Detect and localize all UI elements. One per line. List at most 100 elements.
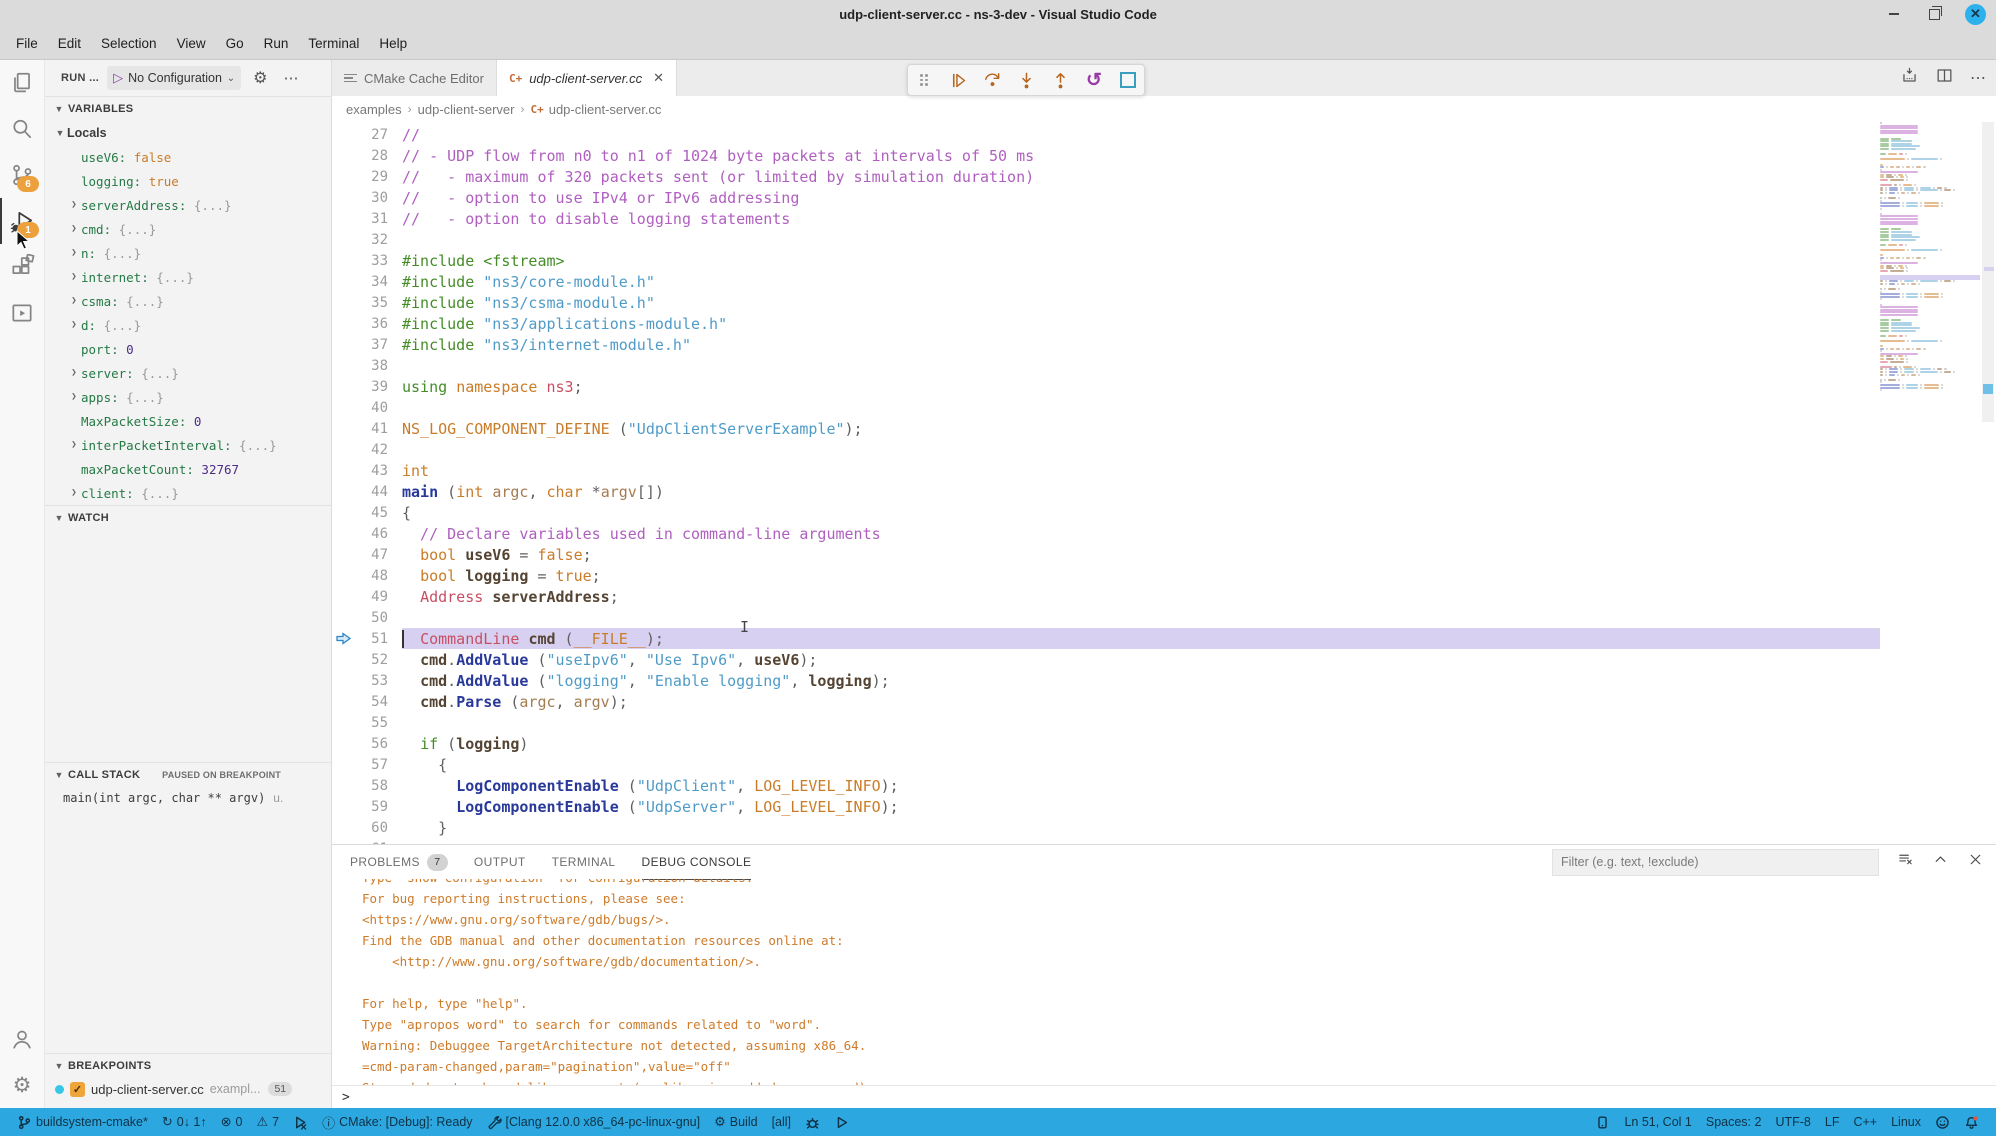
breadcrumb-examples[interactable]: examples: [346, 102, 402, 117]
breadcrumb-udp-client-server[interactable]: udp-client-server: [418, 102, 515, 117]
variables-header[interactable]: ▼ VARIABLES: [45, 97, 331, 121]
step-over-icon[interactable]: [982, 69, 1002, 91]
code-line-34[interactable]: 34#include "ns3/core-module.h": [332, 271, 1996, 292]
status-buildsystem-cmake[interactable]: buildsystem-cmake*: [10, 1108, 155, 1136]
status-ln-51-col-1[interactable]: Ln 51, Col 1: [1617, 1108, 1698, 1136]
status-play-outline-icon[interactable]: [827, 1108, 856, 1136]
code-line-56[interactable]: 56 if (logging): [332, 733, 1996, 754]
status-build[interactable]: ⚙Build: [707, 1108, 764, 1136]
activity-search-icon[interactable]: [0, 106, 44, 152]
activity-source-control-icon[interactable]: 6: [0, 152, 44, 198]
debug-config-dropdown[interactable]: ▷ No Configurations ⌄: [107, 66, 241, 90]
tab-udp-client-server-cc[interactable]: C+udp-client-server.cc✕: [497, 60, 677, 96]
activity-extensions-icon[interactable]: [0, 244, 44, 290]
menu-selection[interactable]: Selection: [91, 32, 167, 55]
status-linux[interactable]: Linux: [1884, 1108, 1928, 1136]
variable-maxPacketCount[interactable]: maxPacketCount: 32767: [45, 457, 331, 481]
code-line-28[interactable]: 28// - UDP flow from n0 to n1 of 1024 by…: [332, 145, 1996, 166]
split-editor-icon[interactable]: [1935, 66, 1954, 90]
code-line-53[interactable]: 53 cmd.AddValue ("logging", "Enable logg…: [332, 670, 1996, 691]
code-line-59[interactable]: 59 LogComponentEnable ("UdpServer", LOG_…: [332, 796, 1996, 817]
watch-header[interactable]: ▼ WATCH: [45, 506, 331, 530]
status-0[interactable]: ⊗0: [214, 1108, 250, 1136]
stop-icon[interactable]: [1118, 69, 1138, 91]
breakpoints-header[interactable]: ▼ BREAKPOINTS: [45, 1054, 331, 1078]
code-line-52[interactable]: 52 cmd.AddValue ("useIpv6", "Use Ipv6", …: [332, 649, 1996, 670]
variable-interPacketInterval[interactable]: ❯interPacketInterval: {...}: [45, 433, 331, 457]
status-bell-icon[interactable]: [1957, 1108, 1986, 1136]
variable-d[interactable]: ❯d: {...}: [45, 313, 331, 337]
code-line-36[interactable]: 36#include "ns3/applications-module.h": [332, 313, 1996, 334]
status-all[interactable]: [all]: [765, 1108, 798, 1136]
code-line-58[interactable]: 58 LogComponentEnable ("UdpClient", LOG_…: [332, 775, 1996, 796]
panel-tab-debug-console[interactable]: DEBUG CONSOLE: [642, 845, 752, 880]
status-cmake-debug-ready[interactable]: ⓘCMake: [Debug]: Ready: [315, 1108, 479, 1136]
code-line-37[interactable]: 37#include "ns3/internet-module.h": [332, 334, 1996, 355]
console-filter-input[interactable]: Filter (e.g. text, !exclude): [1552, 849, 1879, 876]
variable-server[interactable]: ❯server: {...}: [45, 361, 331, 385]
code-line-60[interactable]: 60 }: [332, 817, 1996, 838]
status-c++[interactable]: C++: [1846, 1108, 1884, 1136]
code-line-48[interactable]: 48 bool logging = true;: [332, 565, 1996, 586]
status-feedback-icon[interactable]: [1928, 1108, 1957, 1136]
step-out-icon[interactable]: [1050, 69, 1070, 91]
code-line-54[interactable]: 54 cmd.Parse (argc, argv);: [332, 691, 1996, 712]
code-line-39[interactable]: 39using namespace ns3;: [332, 376, 1996, 397]
variable-port[interactable]: port: 0: [45, 337, 331, 361]
code-line-29[interactable]: 29// - maximum of 320 packets sent (or l…: [332, 166, 1996, 187]
restore-icon[interactable]: [1925, 5, 1943, 23]
continue-icon[interactable]: [948, 69, 968, 91]
scope-locals[interactable]: ▼Locals: [45, 121, 331, 145]
variable-n[interactable]: ❯n: {...}: [45, 241, 331, 265]
code-line-41[interactable]: 41NS_LOG_COMPONENT_DEFINE ("UdpClientSer…: [332, 418, 1996, 439]
menu-view[interactable]: View: [167, 32, 216, 55]
tab-cmake-cache-editor[interactable]: CMake Cache Editor: [332, 60, 497, 96]
breadcrumb-udp-client-server-cc[interactable]: C+udp-client-server.cc: [530, 102, 661, 117]
variable-csma[interactable]: ❯csma: {...}: [45, 289, 331, 313]
menu-file[interactable]: File: [6, 32, 48, 55]
status-debug-status-icon[interactable]: [286, 1108, 315, 1136]
code-line-45[interactable]: 45{: [332, 502, 1996, 523]
code-line-44[interactable]: 44main (int argc, char *argv[]): [332, 481, 1996, 502]
breakpoint-checkbox[interactable]: ✓: [70, 1082, 85, 1097]
status-clang-12-0-0-x86-64-pc-linux-gnu[interactable]: [Clang 12.0.0 x86_64-pc-linux-gnu]: [480, 1108, 708, 1136]
code-line-35[interactable]: 35#include "ns3/csma-module.h": [332, 292, 1996, 313]
step-into-icon[interactable]: [1016, 69, 1036, 91]
status-device-icon[interactable]: [1588, 1108, 1617, 1136]
code-line-49[interactable]: 49 Address serverAddress;: [332, 586, 1996, 607]
code-line-50[interactable]: 50: [332, 607, 1996, 628]
run-below-icon[interactable]: [1900, 66, 1919, 90]
activity-test-panel-icon[interactable]: [0, 290, 44, 336]
code-line-33[interactable]: 33#include <fstream>: [332, 250, 1996, 271]
breakpoint-item[interactable]: ✓udp-client-server.ccexampl...51: [45, 1078, 331, 1100]
variable-useV6[interactable]: useV6: false: [45, 145, 331, 169]
restart-icon[interactable]: ↺: [1084, 69, 1104, 91]
status-utf-8[interactable]: UTF-8: [1768, 1108, 1817, 1136]
variable-logging[interactable]: logging: true: [45, 169, 331, 193]
status-lf[interactable]: LF: [1818, 1108, 1847, 1136]
code-line-43[interactable]: 43int: [332, 460, 1996, 481]
code-line-31[interactable]: 31// - option to disable logging stateme…: [332, 208, 1996, 229]
code-line-55[interactable]: 55: [332, 712, 1996, 733]
panel-tab-output[interactable]: OUTPUT: [474, 845, 526, 880]
menu-run[interactable]: Run: [254, 32, 299, 55]
code-line-47[interactable]: 47 bool useV6 = false;: [332, 544, 1996, 565]
code-line-61[interactable]: 61: [332, 838, 1996, 844]
activity-files-icon[interactable]: [0, 60, 44, 106]
status-spaces-2[interactable]: Spaces: 2: [1699, 1108, 1769, 1136]
code-line-46[interactable]: 46 // Declare variables used in command-…: [332, 523, 1996, 544]
menu-go[interactable]: Go: [216, 32, 254, 55]
variable-client[interactable]: ❯client: {...}: [45, 481, 331, 505]
clear-console-icon[interactable]: [1897, 851, 1914, 873]
gear-icon[interactable]: ⚙: [249, 68, 271, 88]
debug-console-prompt[interactable]: >: [332, 1085, 1996, 1108]
stack-frame[interactable]: main(int argc, char ** argv)u.: [45, 787, 331, 809]
maximize-panel-icon[interactable]: [1932, 851, 1949, 873]
ellipsis-icon[interactable]: ⋯: [280, 69, 303, 87]
menu-edit[interactable]: Edit: [48, 32, 91, 55]
panel-tab-terminal[interactable]: TERMINAL: [552, 845, 616, 880]
activity-account-icon[interactable]: [0, 1016, 44, 1062]
code-line-27[interactable]: 27//: [332, 124, 1996, 145]
close-icon[interactable]: ✕: [1965, 4, 1986, 25]
panel-tab-problems[interactable]: PROBLEMS7: [350, 845, 448, 880]
